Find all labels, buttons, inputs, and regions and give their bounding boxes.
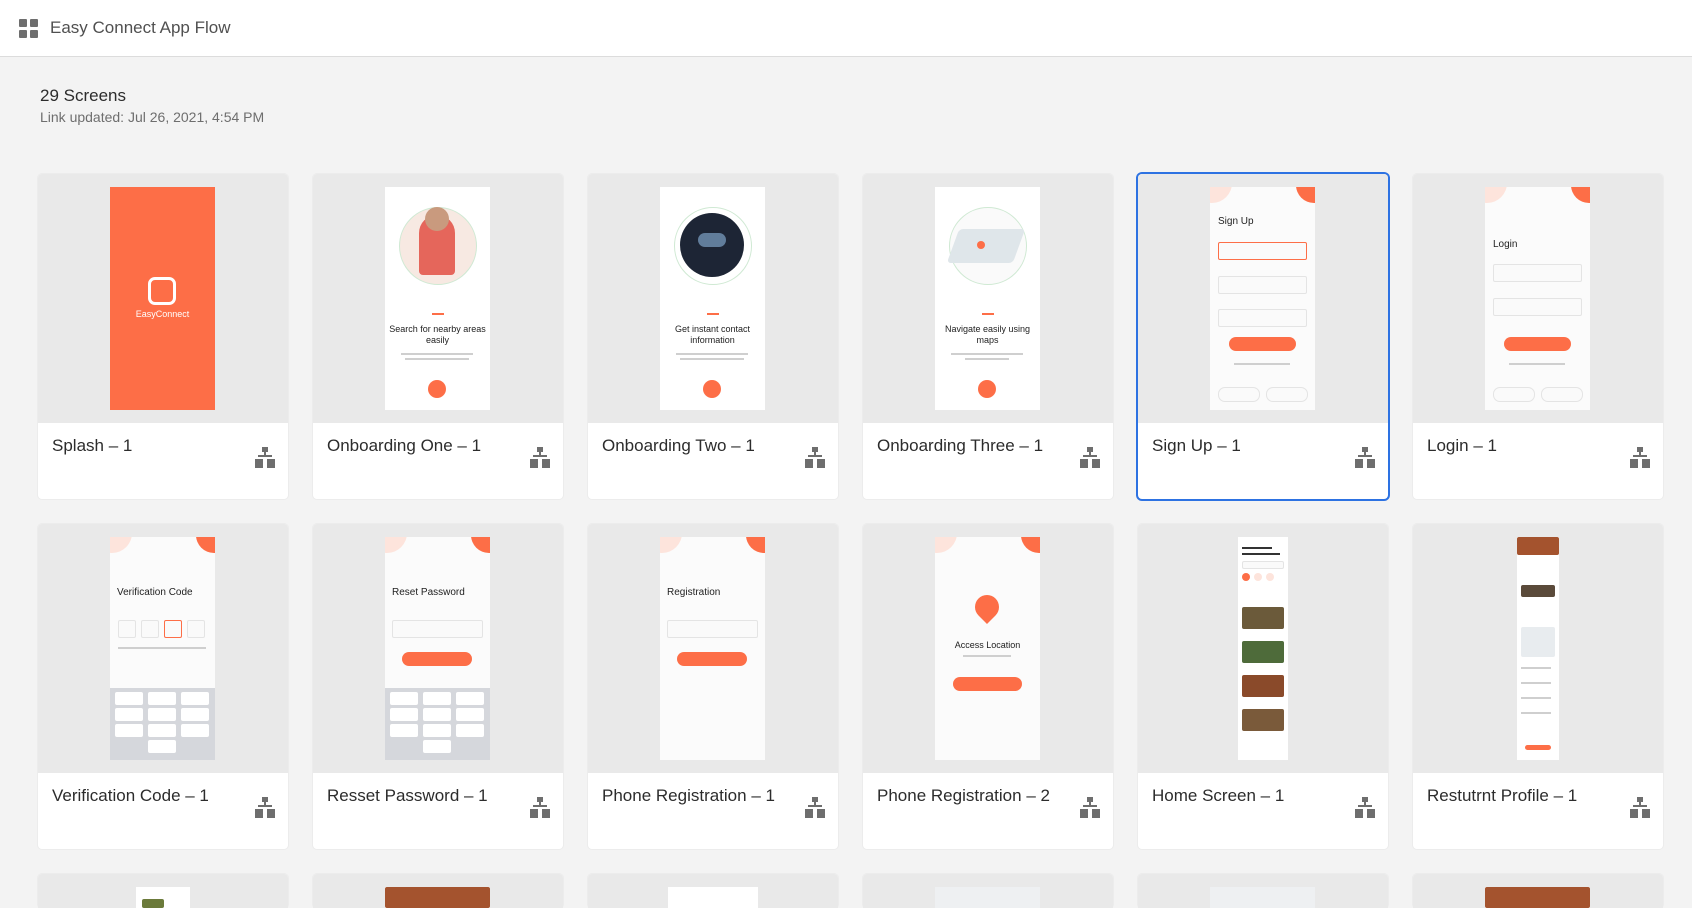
screen-card[interactable]: Navigate easily using maps Onboarding Th… — [863, 174, 1113, 499]
screen-thumbnail: Navigate easily using maps — [863, 174, 1113, 423]
screen-thumbnail — [1413, 874, 1663, 908]
screen-thumbnail — [1413, 524, 1663, 773]
screen-card[interactable]: EasyConnect Splash – 1 — [38, 174, 288, 499]
screen-card[interactable] — [1138, 874, 1388, 908]
logo-icon — [148, 277, 176, 305]
screen-card[interactable]: Search for nearby areas easily Onboardin… — [313, 174, 563, 499]
form-heading: Reset Password — [392, 587, 465, 598]
screen-card[interactable] — [588, 874, 838, 908]
screen-name: Onboarding Two – 1 — [602, 436, 755, 455]
screen-thumbnail: EasyConnect — [38, 174, 288, 423]
screen-name: Onboarding Three – 1 — [877, 436, 1044, 455]
screen-thumbnail: Reset Password — [313, 524, 563, 773]
screen-thumbnail — [588, 874, 838, 908]
summary: 29 Screens Link updated: Jul 26, 2021, 4… — [40, 86, 264, 125]
form-heading: Registration — [667, 587, 721, 598]
screen-card[interactable]: Restutrnt Profile – 1 — [1413, 524, 1663, 849]
screen-thumbnail: Get instant contact information — [588, 174, 838, 423]
flow-icon[interactable] — [530, 797, 550, 819]
flow-icon[interactable] — [1630, 797, 1650, 819]
screen-thumbnail — [38, 874, 288, 908]
onboarding-heading: Search for nearby areas easily — [389, 324, 486, 345]
screen-thumbnail: Search for nearby areas easily — [313, 174, 563, 423]
screen-name: Phone Registration – 1 — [602, 786, 775, 805]
screen-name: Phone Registration – 2 — [877, 786, 1050, 805]
screen-card[interactable] — [313, 874, 563, 908]
flow-icon[interactable] — [1355, 447, 1375, 469]
screen-thumbnail — [863, 874, 1113, 908]
app-title: Easy Connect App Flow — [50, 18, 231, 37]
screen-name: Sign Up – 1 — [1152, 436, 1241, 455]
screen-card[interactable]: Access Location Phone Registration – 2 — [863, 524, 1113, 849]
screen-card-selected[interactable]: Sign Up Sign Up – 1 — [1138, 174, 1388, 499]
screen-card[interactable]: Home Screen – 1 — [1138, 524, 1388, 849]
flow-icon[interactable] — [530, 447, 550, 469]
screen-name: Restutrnt Profile – 1 — [1427, 786, 1578, 805]
screen-thumbnail — [1138, 874, 1388, 908]
flow-icon[interactable] — [1080, 447, 1100, 469]
flow-icon[interactable] — [1355, 797, 1375, 819]
screen-card[interactable]: Login Login – 1 — [1413, 174, 1663, 499]
screen-card[interactable]: Verification Code Verification Code – 1 — [38, 524, 288, 849]
screen-thumbnail — [1138, 524, 1388, 773]
flow-icon[interactable] — [255, 447, 275, 469]
screen-thumbnail: Login — [1413, 174, 1663, 423]
onboarding-heading: Navigate easily using maps — [944, 324, 1031, 345]
screen-card[interactable] — [38, 874, 288, 908]
flow-icon[interactable] — [1080, 797, 1100, 819]
form-heading: Access Location — [954, 640, 1021, 650]
screen-card[interactable]: Get instant contact information Onboardi… — [588, 174, 838, 499]
screen-name: Verification Code – 1 — [52, 786, 209, 805]
flow-icon[interactable] — [805, 447, 825, 469]
flow-icon[interactable] — [805, 797, 825, 819]
form-heading: Verification Code — [117, 587, 193, 598]
link-updated: Link updated: Jul 26, 2021, 4:54 PM — [40, 109, 265, 125]
top-bar: Easy Connect App Flow — [0, 0, 1692, 57]
screen-name: Login – 1 — [1427, 436, 1497, 455]
location-pin-icon — [970, 590, 1004, 624]
flow-icon[interactable] — [255, 797, 275, 819]
form-heading: Sign Up — [1218, 216, 1254, 227]
screen-thumbnail: Sign Up — [1138, 174, 1388, 423]
form-heading: Login — [1493, 239, 1518, 250]
screens-grid: EasyConnect Splash – 1 Search for nearby… — [0, 0, 1692, 908]
screen-card[interactable]: Registration Phone Registration – 1 — [588, 524, 838, 849]
screen-card[interactable] — [863, 874, 1113, 908]
screen-name: Home Screen – 1 — [1152, 786, 1285, 805]
screen-thumbnail — [313, 874, 563, 908]
onboarding-heading: Get instant contact information — [674, 324, 751, 345]
screen-thumbnail: Verification Code — [38, 524, 288, 773]
screen-thumbnail: Registration — [588, 524, 838, 773]
screen-card[interactable] — [1413, 874, 1663, 908]
splash-brand: EasyConnect — [135, 309, 190, 319]
screen-name: Resset Password – 1 — [327, 786, 488, 805]
grid-icon[interactable] — [19, 18, 38, 38]
screen-card[interactable]: Reset Password Resset Password – 1 — [313, 524, 563, 849]
screen-name: Onboarding One – 1 — [327, 436, 482, 455]
screen-count: 29 Screens — [40, 86, 126, 105]
screen-name: Splash – 1 — [52, 436, 133, 455]
flow-icon[interactable] — [1630, 447, 1650, 469]
screen-thumbnail: Access Location — [863, 524, 1113, 773]
